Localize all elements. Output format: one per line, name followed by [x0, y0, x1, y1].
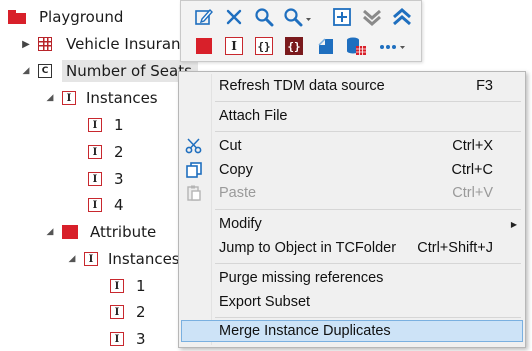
instance-icon: I — [88, 198, 102, 212]
menu-item-label: Jump to Object in TCFolder — [219, 240, 397, 256]
menu-item-export-subset[interactable]: Export Subset — [181, 291, 523, 313]
collapse-arrow-icon[interactable]: ◢ — [20, 65, 32, 77]
context-menu: Refresh TDM data source F3 Attach File C… — [178, 71, 526, 348]
attribute-icon — [62, 225, 78, 239]
instances-icon: I — [84, 252, 98, 266]
tree-node-instance[interactable]: I 2 — [110, 300, 146, 324]
tree-node-instances[interactable]: ◢ I Instances — [44, 86, 158, 110]
instance-icon: I — [110, 305, 124, 319]
collapse-arrow-icon[interactable]: ◢ — [44, 226, 56, 238]
instance-icon: I — [110, 279, 124, 293]
tree-node-vehicle[interactable]: ▶ Vehicle Insurance — [20, 32, 198, 56]
tree-node-instance[interactable]: I 1 — [110, 274, 146, 298]
menu-separator — [215, 131, 521, 132]
instances-icon: I — [62, 91, 76, 105]
curly-braces-icon[interactable]: {} — [253, 35, 275, 57]
shape-icon[interactable] — [315, 35, 337, 57]
menu-item-shortcut: Ctrl+C — [451, 162, 494, 178]
menu-separator — [215, 317, 521, 318]
edit-icon[interactable] — [193, 6, 215, 28]
menu-item-purge[interactable]: Purge missing references — [181, 267, 523, 289]
tree-node-instance[interactable]: I 1 — [88, 113, 124, 137]
attribute-braces-icon[interactable]: {} — [283, 35, 305, 57]
menu-item-label: Copy — [219, 162, 253, 178]
tree-node-instance[interactable]: I 2 — [88, 140, 124, 164]
tree-node-label: 4 — [114, 196, 124, 214]
menu-item-label: Paste — [219, 185, 257, 201]
menu-separator — [215, 263, 521, 264]
tree-node-attribute[interactable]: ◢ Attribute — [44, 220, 157, 244]
tree-node-instance[interactable]: I 3 — [110, 327, 146, 351]
collapse-arrow-icon[interactable]: ◢ — [66, 253, 78, 265]
search-dropdown-icon[interactable] — [283, 6, 313, 28]
menu-item-refresh[interactable]: Refresh TDM data source F3 — [181, 75, 523, 97]
collapse-icon[interactable] — [361, 6, 383, 28]
menu-item-label: Purge missing references — [219, 270, 384, 286]
menu-item-shortcut: Ctrl+X — [452, 138, 493, 154]
menu-separator — [215, 209, 521, 210]
menu-item-copy[interactable]: Copy Ctrl+C — [181, 159, 523, 181]
paste-icon — [185, 184, 203, 202]
menu-item-label: Merge Instance Duplicates — [219, 323, 391, 339]
tree-node-label: 1 — [114, 116, 124, 134]
tree-node-label: 2 — [114, 143, 124, 161]
tree-node-label: 1 — [136, 277, 146, 295]
tree-node-playground[interactable]: Playground — [8, 5, 123, 29]
mini-toolbar: I {} {} — [180, 0, 422, 62]
tree-node-label: 3 — [136, 330, 146, 348]
menu-item-cut[interactable]: Cut Ctrl+X — [181, 135, 523, 157]
menu-item-paste[interactable]: Paste Ctrl+V — [181, 182, 523, 204]
expand-icon[interactable] — [391, 6, 413, 28]
menu-item-attach-file[interactable]: Attach File — [181, 105, 523, 127]
menu-item-label: Export Subset — [219, 294, 311, 310]
instance-icon: I — [88, 172, 102, 186]
collapse-arrow-icon[interactable]: ◢ — [44, 92, 56, 104]
tree-node-label: Instances — [86, 89, 158, 107]
folder-icon — [8, 10, 26, 24]
class-icon: C — [38, 64, 52, 78]
tree-node-instance[interactable]: I 3 — [88, 167, 124, 191]
instance-icon: I — [110, 332, 124, 346]
database-table-icon[interactable] — [345, 35, 367, 57]
menu-item-modify[interactable]: Modify ▶ — [181, 213, 523, 235]
menu-item-jump[interactable]: Jump to Object in TCFolder Ctrl+Shift+J — [181, 237, 523, 259]
menu-item-label: Refresh TDM data source — [219, 78, 385, 94]
copy-icon — [185, 161, 203, 179]
menu-item-merge[interactable]: Merge Instance Duplicates — [181, 320, 523, 342]
delete-icon[interactable] — [223, 6, 245, 28]
menu-item-label: Attach File — [219, 108, 288, 124]
more-icon[interactable] — [377, 35, 407, 57]
tree-node-label: 3 — [114, 170, 124, 188]
tree-node-seats[interactable]: ◢ C Number of Seats — [20, 59, 198, 83]
scissors-icon — [185, 137, 203, 155]
instance-icon: I — [88, 145, 102, 159]
menu-item-shortcut: Ctrl+V — [452, 185, 493, 201]
instance-icon: I — [88, 118, 102, 132]
tree-node-instance[interactable]: I 4 — [88, 193, 124, 217]
table-icon — [38, 37, 52, 51]
tree-node-label: Instances — [108, 250, 180, 268]
menu-item-label: Cut — [219, 138, 242, 154]
submenu-arrow-icon: ▶ — [510, 219, 517, 229]
tree-node-label: 2 — [136, 303, 146, 321]
module-icon[interactable] — [193, 35, 215, 57]
tree-node-label: Playground — [39, 8, 124, 26]
add-icon[interactable] — [331, 6, 353, 28]
tree-node-label: Attribute — [90, 223, 157, 241]
menu-item-shortcut: Ctrl+Shift+J — [417, 240, 493, 256]
tree-node-attr-instances[interactable]: ◢ I Instances — [66, 247, 180, 271]
menu-item-label: Modify — [219, 216, 262, 232]
search-icon[interactable] — [253, 6, 275, 28]
expand-arrow-icon[interactable]: ▶ — [20, 38, 32, 50]
tree-node-label: Vehicle Insurance — [66, 35, 199, 53]
menu-separator — [215, 101, 521, 102]
menu-item-shortcut: F3 — [476, 78, 493, 94]
instance-icon[interactable]: I — [223, 35, 245, 57]
